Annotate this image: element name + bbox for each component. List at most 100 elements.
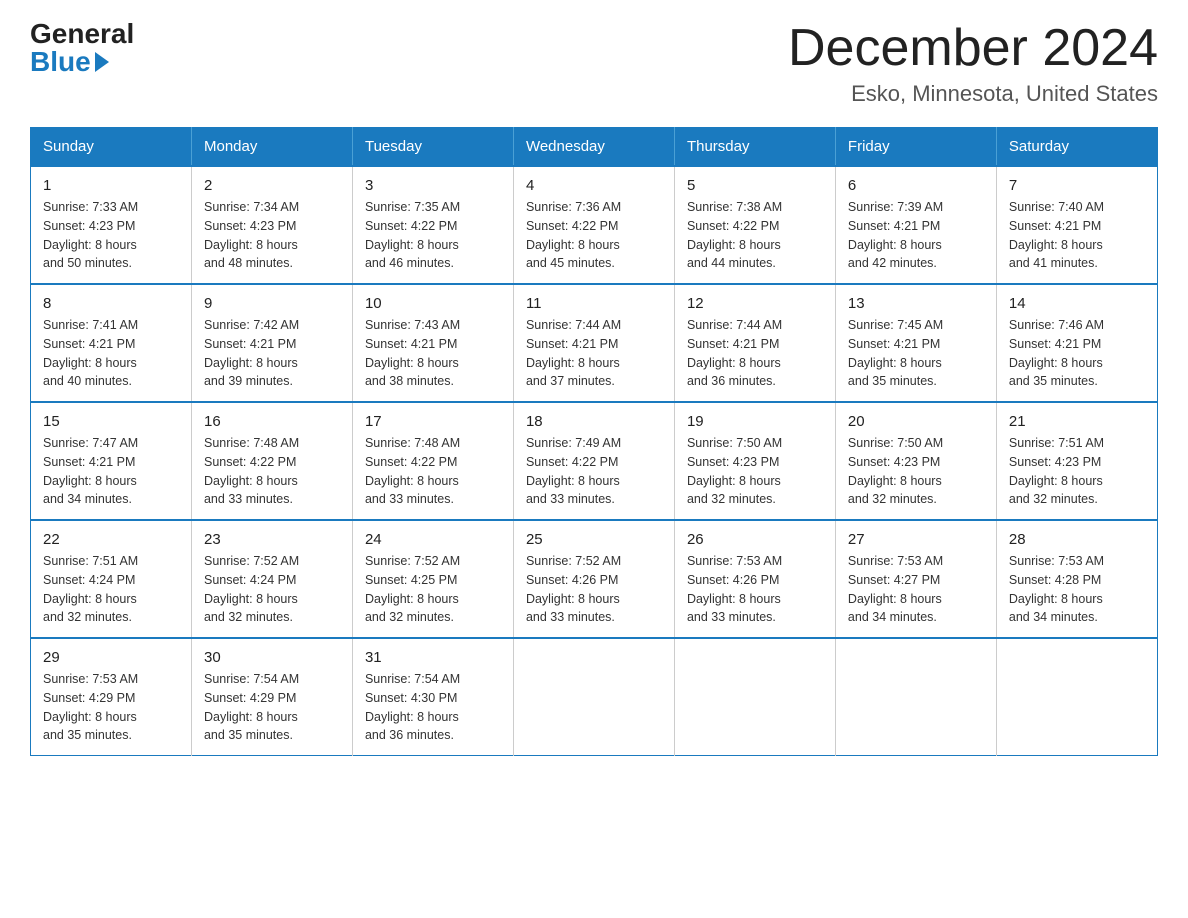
day-info: Sunrise: 7:48 AMSunset: 4:22 PMDaylight:…: [204, 434, 340, 509]
calendar-day-cell: 1Sunrise: 7:33 AMSunset: 4:23 PMDaylight…: [31, 166, 192, 284]
day-number: 16: [204, 413, 340, 430]
day-info: Sunrise: 7:54 AMSunset: 4:30 PMDaylight:…: [365, 670, 501, 745]
calendar-day-cell: 21Sunrise: 7:51 AMSunset: 4:23 PMDayligh…: [996, 402, 1157, 520]
day-number: 21: [1009, 413, 1145, 430]
calendar-day-cell: 29Sunrise: 7:53 AMSunset: 4:29 PMDayligh…: [31, 638, 192, 756]
calendar-day-cell: 4 Sunrise: 7:36 AMSunset: 4:22 PMDaylight…: [513, 166, 674, 284]
day-number: 30: [204, 649, 340, 666]
day-number: 1: [43, 177, 179, 194]
day-number: 11: [526, 295, 662, 312]
day-number: 10: [365, 295, 501, 312]
weekday-header-saturday: Saturday: [996, 128, 1157, 167]
calendar-day-cell: 9Sunrise: 7:42 AMSunset: 4:21 PMDaylight…: [191, 284, 352, 402]
day-info: Sunrise: 7:49 AMSunset: 4:22 PMDaylight:…: [526, 434, 662, 509]
day-number: 17: [365, 413, 501, 430]
calendar-day-cell: 22 Sunrise: 7:51 AMSunset: 4:24 PMDayligh…: [31, 520, 192, 638]
calendar-day-cell: 28 Sunrise: 7:53 AMSunset: 4:28 PMDayligh…: [996, 520, 1157, 638]
day-number: 9: [204, 295, 340, 312]
calendar-day-cell: 10 Sunrise: 7:43 AMSunset: 4:21 PMDayligh…: [352, 284, 513, 402]
calendar-day-cell: 11 Sunrise: 7:44 AMSunset: 4:21 PMDayligh…: [513, 284, 674, 402]
day-number: 15: [43, 413, 179, 430]
day-number: 3: [365, 177, 501, 194]
day-info: Sunrise: 7:48 AMSunset: 4:22 PMDaylight:…: [365, 434, 501, 509]
day-info: Sunrise: 7:39 AMSunset: 4:21 PMDaylight:…: [848, 198, 984, 273]
weekday-header-tuesday: Tuesday: [352, 128, 513, 167]
day-info: Sunrise: 7:44 AMSunset: 4:21 PMDaylight:…: [526, 316, 662, 391]
calendar-day-cell: 23Sunrise: 7:52 AMSunset: 4:24 PMDayligh…: [191, 520, 352, 638]
calendar-week-row: 15 Sunrise: 7:47 AMSunset: 4:21 PMDayligh…: [31, 402, 1158, 520]
day-info: Sunrise: 7:50 AMSunset: 4:23 PMDaylight:…: [687, 434, 823, 509]
day-info: Sunrise: 7:52 AMSunset: 4:26 PMDaylight:…: [526, 552, 662, 627]
calendar-day-cell: 27 Sunrise: 7:53 AMSunset: 4:27 PMDayligh…: [835, 520, 996, 638]
day-number: 12: [687, 295, 823, 312]
day-info: Sunrise: 7:35 AMSunset: 4:22 PMDaylight:…: [365, 198, 501, 273]
calendar-day-cell: 8 Sunrise: 7:41 AMSunset: 4:21 PMDaylight…: [31, 284, 192, 402]
day-number: 31: [365, 649, 501, 666]
day-info: Sunrise: 7:46 AMSunset: 4:21 PMDaylight:…: [1009, 316, 1145, 391]
day-info: Sunrise: 7:54 AMSunset: 4:29 PMDaylight:…: [204, 670, 340, 745]
calendar-header-row: SundayMondayTuesdayWednesdayThursdayFrid…: [31, 128, 1158, 167]
day-number: 29: [43, 649, 179, 666]
day-info: Sunrise: 7:40 AMSunset: 4:21 PMDaylight:…: [1009, 198, 1145, 273]
calendar-body: 1Sunrise: 7:33 AMSunset: 4:23 PMDaylight…: [31, 166, 1158, 756]
title-block: December 2024 Esko, Minnesota, United St…: [788, 20, 1158, 107]
day-number: 25: [526, 531, 662, 548]
calendar-day-cell: 6Sunrise: 7:39 AMSunset: 4:21 PMDaylight…: [835, 166, 996, 284]
location-text: Esko, Minnesota, United States: [788, 81, 1158, 107]
day-info: Sunrise: 7:51 AMSunset: 4:24 PMDaylight:…: [43, 552, 179, 627]
calendar-day-cell: 3 Sunrise: 7:35 AMSunset: 4:22 PMDaylight…: [352, 166, 513, 284]
day-number: 7: [1009, 177, 1145, 194]
day-number: 2: [204, 177, 340, 194]
calendar-day-cell: 16 Sunrise: 7:48 AMSunset: 4:22 PMDayligh…: [191, 402, 352, 520]
calendar-day-cell: 25 Sunrise: 7:52 AMSunset: 4:26 PMDayligh…: [513, 520, 674, 638]
calendar-day-cell: 13Sunrise: 7:45 AMSunset: 4:21 PMDayligh…: [835, 284, 996, 402]
calendar-week-row: 22 Sunrise: 7:51 AMSunset: 4:24 PMDayligh…: [31, 520, 1158, 638]
calendar-week-row: 29Sunrise: 7:53 AMSunset: 4:29 PMDayligh…: [31, 638, 1158, 756]
day-number: 27: [848, 531, 984, 548]
day-number: 22: [43, 531, 179, 548]
day-info: Sunrise: 7:52 AMSunset: 4:25 PMDaylight:…: [365, 552, 501, 627]
calendar-table: SundayMondayTuesdayWednesdayThursdayFrid…: [30, 127, 1158, 756]
day-number: 26: [687, 531, 823, 548]
day-number: 28: [1009, 531, 1145, 548]
weekday-header-wednesday: Wednesday: [513, 128, 674, 167]
calendar-day-cell: 17 Sunrise: 7:48 AMSunset: 4:22 PMDayligh…: [352, 402, 513, 520]
calendar-day-cell: [674, 638, 835, 756]
weekday-header-friday: Friday: [835, 128, 996, 167]
day-info: Sunrise: 7:53 AMSunset: 4:26 PMDaylight:…: [687, 552, 823, 627]
calendar-day-cell: 14Sunrise: 7:46 AMSunset: 4:21 PMDayligh…: [996, 284, 1157, 402]
day-number: 5: [687, 177, 823, 194]
weekday-header-thursday: Thursday: [674, 128, 835, 167]
calendar-day-cell: 5 Sunrise: 7:38 AMSunset: 4:22 PMDaylight…: [674, 166, 835, 284]
calendar-day-cell: 18 Sunrise: 7:49 AMSunset: 4:22 PMDayligh…: [513, 402, 674, 520]
day-info: Sunrise: 7:53 AMSunset: 4:27 PMDaylight:…: [848, 552, 984, 627]
calendar-day-cell: [513, 638, 674, 756]
day-info: Sunrise: 7:43 AMSunset: 4:21 PMDaylight:…: [365, 316, 501, 391]
calendar-day-cell: 20 Sunrise: 7:50 AMSunset: 4:23 PMDayligh…: [835, 402, 996, 520]
page-header: General Blue December 2024 Esko, Minneso…: [30, 20, 1158, 107]
day-info: Sunrise: 7:41 AMSunset: 4:21 PMDaylight:…: [43, 316, 179, 391]
day-number: 4: [526, 177, 662, 194]
weekday-header-monday: Monday: [191, 128, 352, 167]
day-info: Sunrise: 7:53 AMSunset: 4:28 PMDaylight:…: [1009, 552, 1145, 627]
calendar-day-cell: 12Sunrise: 7:44 AMSunset: 4:21 PMDayligh…: [674, 284, 835, 402]
calendar-day-cell: 19Sunrise: 7:50 AMSunset: 4:23 PMDayligh…: [674, 402, 835, 520]
day-number: 8: [43, 295, 179, 312]
day-info: Sunrise: 7:45 AMSunset: 4:21 PMDaylight:…: [848, 316, 984, 391]
day-number: 18: [526, 413, 662, 430]
logo-general-text: General: [30, 20, 134, 48]
day-info: Sunrise: 7:38 AMSunset: 4:22 PMDaylight:…: [687, 198, 823, 273]
day-info: Sunrise: 7:36 AMSunset: 4:22 PMDaylight:…: [526, 198, 662, 273]
calendar-day-cell: 2Sunrise: 7:34 AMSunset: 4:23 PMDaylight…: [191, 166, 352, 284]
month-title: December 2024: [788, 20, 1158, 77]
calendar-day-cell: 31 Sunrise: 7:54 AMSunset: 4:30 PMDayligh…: [352, 638, 513, 756]
day-number: 24: [365, 531, 501, 548]
day-number: 20: [848, 413, 984, 430]
day-info: Sunrise: 7:50 AMSunset: 4:23 PMDaylight:…: [848, 434, 984, 509]
calendar-day-cell: 26 Sunrise: 7:53 AMSunset: 4:26 PMDayligh…: [674, 520, 835, 638]
day-info: Sunrise: 7:47 AMSunset: 4:21 PMDaylight:…: [43, 434, 179, 509]
day-info: Sunrise: 7:52 AMSunset: 4:24 PMDaylight:…: [204, 552, 340, 627]
weekday-header-sunday: Sunday: [31, 128, 192, 167]
calendar-day-cell: 15 Sunrise: 7:47 AMSunset: 4:21 PMDayligh…: [31, 402, 192, 520]
logo-triangle-icon: [95, 52, 109, 72]
